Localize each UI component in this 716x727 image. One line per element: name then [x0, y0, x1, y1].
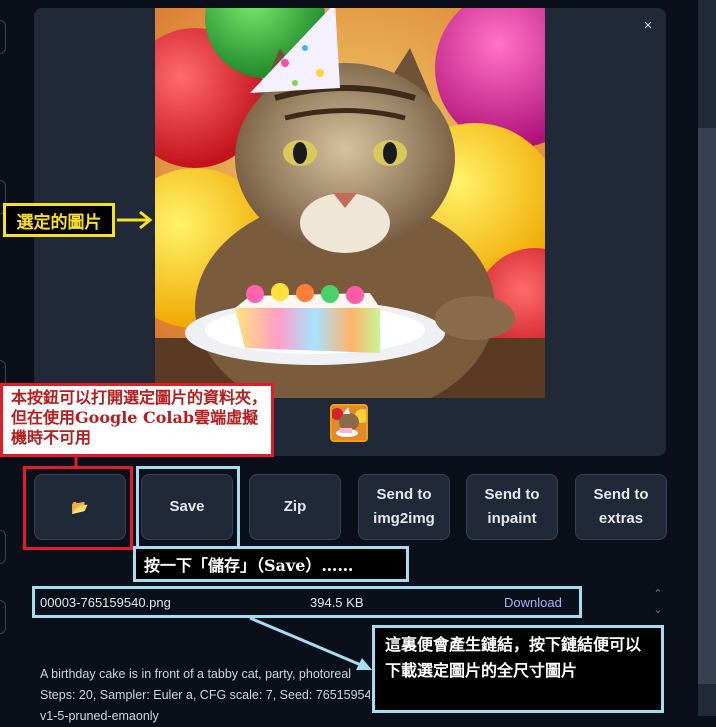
chevron-up-icon[interactable]: ⌃	[652, 588, 664, 600]
thumbnail[interactable]	[330, 404, 368, 442]
left-rail	[0, 0, 14, 716]
rail-handle	[0, 20, 6, 54]
main-image[interactable]	[155, 8, 545, 398]
send-to-inpaint-label: Send to inpaint	[484, 486, 540, 527]
rail-handle	[0, 600, 6, 634]
save-button-highlight	[136, 466, 240, 550]
info-line: Steps: 20, Sampler: Euler a, CFG scale: …	[40, 688, 370, 702]
rail-handle	[0, 530, 6, 564]
generation-info: A birthday cake is in front of a tabby c…	[40, 664, 370, 727]
info-line: v1-5-pruned-emaonly	[40, 709, 159, 723]
selected-image-callout: 選定的圖片	[3, 203, 115, 237]
close-icon[interactable]: ×	[638, 16, 658, 36]
cyan-arrow	[249, 616, 369, 670]
info-line: A birthday cake is in front of a tabby c…	[40, 667, 352, 681]
save-note-callout: 按一下「儲存」（Save）……	[133, 546, 409, 582]
download-row-highlight	[32, 586, 582, 618]
send-to-img2img-label: Send to img2img	[373, 486, 435, 527]
send-to-img2img-button[interactable]: Send to img2img	[358, 474, 450, 540]
send-to-extras-label: Send to extras	[593, 486, 649, 527]
chevron-down-icon[interactable]: ⌄	[652, 604, 664, 616]
thumbnail-image	[332, 406, 366, 440]
folder-button-highlight	[23, 466, 133, 550]
zip-button[interactable]: Zip	[249, 474, 341, 540]
link-note-callout: 這裏便會產生鏈結，按下鏈結便可以下載選定圖片的全尺寸圖片	[372, 625, 664, 713]
cat-birthday-image	[155, 8, 545, 398]
send-to-inpaint-button[interactable]: Send to inpaint	[466, 474, 558, 540]
send-to-extras-button[interactable]: Send to extras	[575, 474, 667, 540]
scrollbar-thumb[interactable]	[698, 128, 716, 684]
folder-note-callout: 本按鈕可以打開選定圖片的資料夾，但在使用Google Colab雲端虛擬機時不可…	[0, 383, 274, 457]
